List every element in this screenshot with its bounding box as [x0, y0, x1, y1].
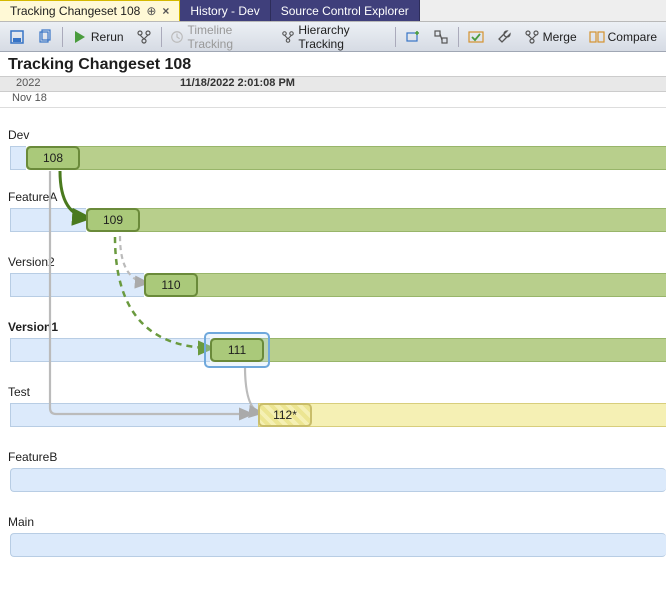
- copy-icon[interactable]: [34, 27, 56, 47]
- changeset-108[interactable]: 108: [26, 146, 80, 170]
- rerun-label: Rerun: [91, 30, 124, 44]
- branch-label-version2: Version2: [8, 255, 55, 269]
- timeline-subheader: Nov 18: [0, 92, 666, 108]
- tab-label: Source Control Explorer: [281, 4, 409, 18]
- tab-source-control[interactable]: Source Control Explorer: [271, 0, 420, 21]
- lane-v2-green: [144, 273, 666, 297]
- branch-label-featureb: FeatureB: [8, 450, 57, 464]
- add-box-icon[interactable]: [402, 27, 424, 47]
- tab-label: Tracking Changeset 108: [10, 4, 140, 18]
- branch-icon[interactable]: [133, 27, 155, 47]
- check-icon[interactable]: [465, 27, 487, 47]
- header-date: 11/18/2022 2:01:08 PM: [180, 77, 295, 89]
- tracking-canvas[interactable]: Dev 108 FeatureA 109 Version2 110 Versio…: [0, 108, 666, 595]
- lane-test-yellow: [258, 403, 666, 427]
- merge-label: Merge: [543, 30, 577, 44]
- toolbar: Rerun Timeline Tracking Hierarchy Tracki…: [0, 22, 666, 52]
- timeline-header: 2022 11/18/2022 2:01:08 PM: [0, 76, 666, 92]
- lane-v2-blue: [10, 273, 144, 297]
- lane-v1-green: [210, 338, 666, 362]
- save-icon[interactable]: [6, 27, 28, 47]
- lane-dev-blue: [10, 146, 26, 170]
- rerun-button[interactable]: Rerun: [69, 27, 127, 47]
- timeline-label: Timeline Tracking: [187, 23, 269, 51]
- lane-fb-blue: [10, 468, 666, 492]
- wrench-icon[interactable]: [493, 27, 515, 47]
- tab-label: History - Dev: [190, 4, 259, 18]
- hierarchy-tracking-button[interactable]: Hierarchy Tracking: [278, 21, 389, 53]
- changeset-109[interactable]: 109: [86, 208, 140, 232]
- branch-label-main: Main: [8, 515, 34, 529]
- lane-main-blue: [10, 533, 666, 557]
- close-icon[interactable]: ×: [162, 4, 169, 18]
- compare-button[interactable]: Compare: [586, 27, 660, 47]
- page-title: Tracking Changeset 108: [0, 52, 666, 76]
- lane-test-blue: [10, 403, 258, 427]
- changeset-111[interactable]: 111: [210, 338, 264, 362]
- tab-active[interactable]: Tracking Changeset 108 ⊕ ×: [0, 0, 180, 21]
- header-year: 2022: [16, 77, 40, 89]
- branch-label-test: Test: [8, 385, 30, 399]
- timeline-tracking-button[interactable]: Timeline Tracking: [167, 21, 272, 53]
- branch-label-dev: Dev: [8, 128, 29, 142]
- tab-bar: Tracking Changeset 108 ⊕ × History - Dev…: [0, 0, 666, 22]
- lane-dev-green: [26, 146, 666, 170]
- lane-fa-blue: [10, 208, 86, 232]
- boxes-icon[interactable]: [430, 27, 452, 47]
- lane-fa-green: [86, 208, 666, 232]
- tab-history[interactable]: History - Dev: [180, 0, 270, 21]
- changeset-110[interactable]: 110: [144, 273, 198, 297]
- changeset-112[interactable]: 112*: [258, 403, 312, 427]
- branch-label-version1: Version1: [8, 320, 58, 334]
- merge-button[interactable]: Merge: [521, 27, 580, 47]
- header-month: Nov 18: [12, 92, 47, 104]
- lane-v1-blue: [10, 338, 210, 362]
- hierarchy-label: Hierarchy Tracking: [298, 23, 386, 51]
- branch-label-featurea: FeatureA: [8, 190, 57, 204]
- compare-label: Compare: [608, 30, 657, 44]
- pin-icon[interactable]: ⊕: [146, 4, 156, 18]
